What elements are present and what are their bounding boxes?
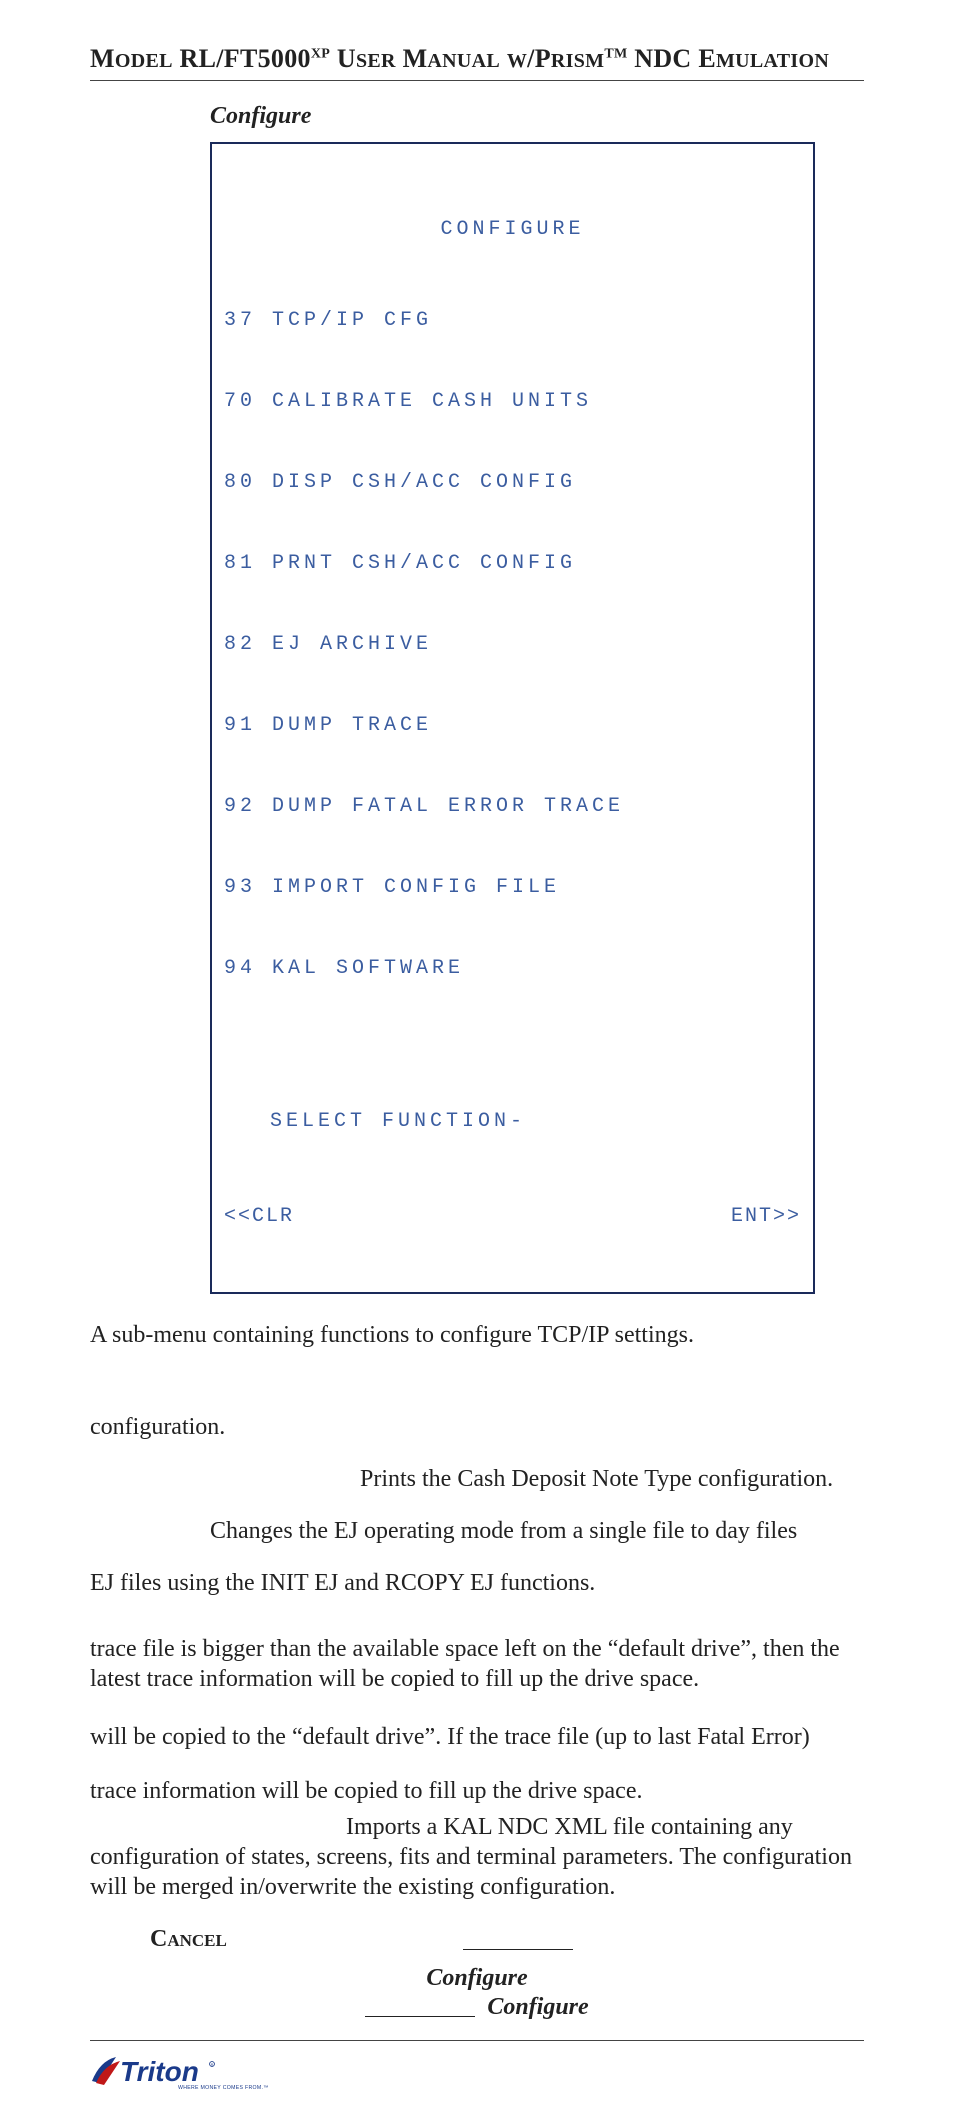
terminal-line: 80 DISP CSH/ACC CONFIG	[224, 469, 801, 496]
terminal-line: 91 DUMP TRACE	[224, 712, 801, 739]
logo-tagline: WHERE MONEY COMES FROM.™	[178, 2085, 269, 2091]
page-header: MODEL RL/FT5000XP USER MANUAL W/PRISMTM …	[90, 44, 864, 74]
body-text: A sub-menu containing functions to confi…	[90, 1320, 864, 2022]
terminal-line: 37 TCP/IP CFG	[224, 307, 801, 334]
paragraph: EJ files using the INIT EJ and RCOPY EJ …	[90, 1568, 864, 1598]
configure-line-2: Configure	[487, 1994, 588, 2020]
terminal-title: CONFIGURE	[224, 216, 801, 243]
terminal-clr: <<CLR	[224, 1203, 294, 1230]
paragraph: A sub-menu containing functions to confi…	[90, 1320, 864, 1350]
triton-swoosh-icon	[92, 2057, 120, 2085]
blank-line	[463, 1949, 573, 1950]
terminal-line: 82 EJ ARCHIVE	[224, 631, 801, 658]
configure-line-1: Configure	[90, 1964, 864, 1993]
paragraph: configuration of states, screens, fits a…	[90, 1842, 864, 1902]
footer-rule	[90, 2040, 864, 2041]
header-title-text: MODEL RL/FT5000XP USER MANUAL W/PRISMTM …	[90, 44, 829, 73]
cancel-label: Cancel	[150, 1926, 227, 1952]
triton-logo: Triton R WHERE MONEY COMES FROM.™	[90, 2051, 864, 2093]
terminal-line: 70 CALIBRATE CASH UNITS	[224, 388, 801, 415]
paragraph: Prints the Cash Deposit Note Type config…	[360, 1464, 864, 1494]
cancel-row: Cancel	[150, 1924, 864, 1954]
terminal-screenshot: CONFIGURE 37 TCP/IP CFG 70 CALIBRATE CAS…	[210, 142, 815, 1294]
terminal-nav-row: <<CLR ENT>>	[224, 1203, 801, 1230]
section-label: Configure	[210, 103, 864, 130]
page: MODEL RL/FT5000XP USER MANUAL W/PRISMTM …	[0, 0, 954, 2113]
paragraph-fragment: Imports a KAL NDC XML file containing an…	[346, 1814, 793, 1840]
paragraph: trace information will be copied to fill…	[90, 1776, 864, 1806]
terminal-line: 81 PRNT CSH/ACC CONFIG	[224, 550, 801, 577]
terminal-ent: ENT>>	[731, 1203, 801, 1230]
terminal-prompt: SELECT FUNCTION-	[270, 1108, 801, 1135]
logo-brand-text: Triton	[120, 2056, 199, 2087]
paragraph: Changes the EJ operating mode from a sin…	[210, 1516, 864, 1546]
blank-line	[365, 2016, 475, 2017]
paragraph: trace file is bigger than the available …	[90, 1634, 864, 1694]
header-rule	[90, 80, 864, 81]
paragraph: configuration.	[90, 1412, 864, 1442]
bottom-configure-block: Configure Configure	[90, 1964, 864, 2022]
paragraph: will be copied to the “default drive”. I…	[90, 1722, 864, 1752]
terminal-line: 94 KAL SOFTWARE	[224, 955, 801, 982]
terminal-line: 93 IMPORT CONFIG FILE	[224, 874, 801, 901]
terminal-line: 92 DUMP FATAL ERROR TRACE	[224, 793, 801, 820]
